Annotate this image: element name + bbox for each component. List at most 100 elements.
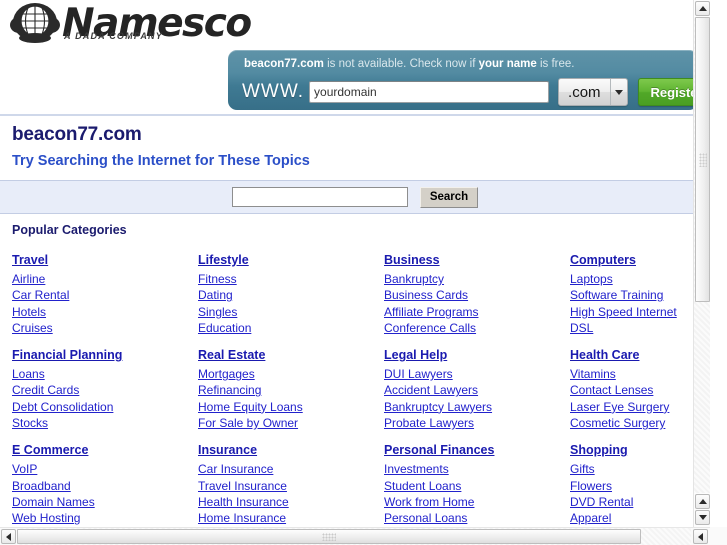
category-sub-link[interactable]: Domain Names	[12, 494, 95, 510]
horizontal-scroll-thumb[interactable]	[17, 529, 641, 544]
chevron-down-icon	[609, 79, 627, 105]
category-sub-link[interactable]: Web Hosting	[12, 510, 80, 526]
horizontal-scrollbar[interactable]	[0, 527, 727, 545]
category-sub-link[interactable]: Stocks	[12, 415, 48, 431]
category-sub-link[interactable]: Mortgages	[198, 366, 255, 382]
category-sub-link[interactable]: Car Insurance	[198, 461, 273, 477]
category-sub-link[interactable]: Airline	[12, 271, 45, 287]
category-sub-link[interactable]: High Speed Internet	[570, 304, 677, 320]
category-sub-link[interactable]: Singles	[198, 304, 237, 320]
scroll-up-button-bottom[interactable]	[695, 494, 710, 509]
category-sub-link[interactable]: Cosmetic Surgery	[570, 415, 665, 431]
category-title-link[interactable]: Insurance	[198, 443, 257, 457]
promo-panel: beacon77.com is not available. Check now…	[228, 50, 710, 110]
logo-tagline: A DADA COMPANY	[64, 31, 163, 41]
category-sub-link[interactable]: DVD Rental	[570, 494, 633, 510]
category-title-link[interactable]: Health Care	[570, 348, 639, 362]
category-sub-link[interactable]: Work from Home	[384, 494, 474, 510]
category-title-link[interactable]: Shopping	[570, 443, 628, 457]
category-title-link[interactable]: Personal Finances	[384, 443, 494, 457]
category-sub-link[interactable]: DSL	[570, 320, 593, 336]
category-sub-link[interactable]: Fitness	[198, 271, 237, 287]
category-column: Financial Planning Loans Credit Cards Debt …	[12, 348, 198, 431]
category-title-link[interactable]: Legal Help	[384, 348, 447, 362]
category-sub-link[interactable]: Loans	[12, 366, 45, 382]
globe-monkey-logo-icon	[8, 2, 60, 44]
category-grid: Travel Airline Car Rental Hotels Cruises Life…	[12, 253, 710, 527]
scrollbar-corner	[710, 527, 727, 545]
search-button[interactable]: Search	[419, 186, 479, 208]
category-sub-link[interactable]: Travel Insurance	[198, 478, 287, 494]
vertical-scrollbar[interactable]	[693, 0, 710, 527]
tld-select[interactable]: .com	[558, 78, 628, 106]
category-sub-link[interactable]: Laptops	[570, 271, 613, 287]
category-sub-link[interactable]: Broadband	[12, 478, 71, 494]
category-sub-link[interactable]: Bankruptcy	[384, 271, 444, 287]
category-sub-link[interactable]: Debt Consolidation	[12, 399, 113, 415]
category-sub-link[interactable]: Conference Calls	[384, 320, 476, 336]
promo-message-strong: your name	[478, 58, 537, 70]
page-subtitle: Try Searching the Internet for These Top…	[12, 153, 310, 169]
scroll-grip-icon	[699, 152, 707, 167]
category-title-link[interactable]: Travel	[12, 253, 48, 267]
category-column: Insurance Car Insurance Travel Insurance He…	[198, 443, 384, 526]
promo-message-end: is free.	[536, 58, 575, 70]
category-sub-link[interactable]: Home Insurance	[198, 510, 286, 526]
category-row: Financial Planning Loans Credit Cards Debt …	[12, 348, 710, 431]
domain-name-input[interactable]	[309, 81, 550, 103]
category-sub-link[interactable]: VoIP	[12, 461, 37, 477]
domain-promo-banner: beacon77.com is not available. Check now…	[228, 48, 710, 114]
category-sub-link[interactable]: Health Insurance	[198, 494, 289, 510]
category-title-link[interactable]: Lifestyle	[198, 253, 249, 267]
category-column: Personal Finances Investments Student Loan…	[384, 443, 570, 526]
category-sub-link[interactable]: Credit Cards	[12, 382, 79, 398]
category-sub-link[interactable]: Investments	[384, 461, 449, 477]
category-title-link[interactable]: Business	[384, 253, 440, 267]
category-title-link[interactable]: Computers	[570, 253, 636, 267]
page-title: beacon77.com	[12, 124, 142, 145]
category-sub-link[interactable]: Business Cards	[384, 287, 468, 303]
category-sub-link[interactable]: Flowers	[570, 478, 612, 494]
category-sub-link[interactable]: Laser Eye Surgery	[570, 399, 669, 415]
category-sub-link[interactable]: Contact Lenses	[570, 382, 653, 398]
category-sub-link[interactable]: Home Equity Loans	[198, 399, 303, 415]
promo-message: beacon77.com is not available. Check now…	[244, 58, 575, 70]
scroll-left-button[interactable]	[1, 529, 16, 544]
scroll-left-button-end[interactable]	[693, 529, 708, 544]
category-title-link[interactable]: Financial Planning	[12, 348, 122, 362]
category-title-link[interactable]: Real Estate	[198, 348, 265, 362]
category-sub-link[interactable]: Gifts	[570, 461, 595, 477]
category-sub-link[interactable]: Personal Loans	[384, 510, 467, 526]
promo-message-mid: is not available. Check now if	[323, 58, 479, 70]
category-sub-link[interactable]: Software Training	[570, 287, 663, 303]
page-viewport: Namesco A DADA COMPANY beacon77.com is n…	[0, 0, 710, 527]
category-row: E Commerce VoIP Broadband Domain Names Web H…	[12, 443, 710, 526]
vertical-scroll-thumb[interactable]	[695, 17, 710, 302]
category-sub-link[interactable]: Affiliate Programs	[384, 304, 478, 320]
category-title-link[interactable]: E Commerce	[12, 443, 88, 457]
category-column: Real Estate Mortgages Refinancing Home Equi…	[198, 348, 384, 431]
scroll-up-button[interactable]	[695, 1, 710, 16]
category-sub-link[interactable]: Student Loans	[384, 478, 461, 494]
category-column: E Commerce VoIP Broadband Domain Names Web H…	[12, 443, 198, 526]
category-sub-link[interactable]: Probate Lawyers	[384, 415, 474, 431]
category-sub-link[interactable]: Refinancing	[198, 382, 261, 398]
search-input[interactable]	[231, 187, 408, 207]
category-sub-link[interactable]: Vitamins	[570, 366, 616, 382]
category-column: Legal Help DUI Lawyers Accident Lawyers Ban…	[384, 348, 570, 431]
scroll-grip-icon-horizontal	[322, 533, 336, 541]
category-sub-link[interactable]: For Sale by Owner	[198, 415, 298, 431]
domain-search-row: WWW. .com Register	[242, 78, 710, 106]
category-sub-link[interactable]: Dating	[198, 287, 233, 303]
category-sub-link[interactable]: Education	[198, 320, 251, 336]
popular-categories-section: Popular Categories Travel Airline Car Rent…	[0, 214, 710, 527]
category-sub-link[interactable]: Bankruptcy Lawyers	[384, 399, 492, 415]
category-sub-link[interactable]: DUI Lawyers	[384, 366, 453, 382]
category-sub-link[interactable]: Cruises	[12, 320, 53, 336]
category-sub-link[interactable]: Hotels	[12, 304, 46, 320]
scroll-down-button[interactable]	[695, 510, 710, 525]
category-sub-link[interactable]: Accident Lawyers	[384, 382, 478, 398]
category-column: Shopping Gifts Flowers DVD Rental Apparel	[570, 443, 710, 526]
category-sub-link[interactable]: Apparel	[570, 510, 611, 526]
category-sub-link[interactable]: Car Rental	[12, 287, 69, 303]
